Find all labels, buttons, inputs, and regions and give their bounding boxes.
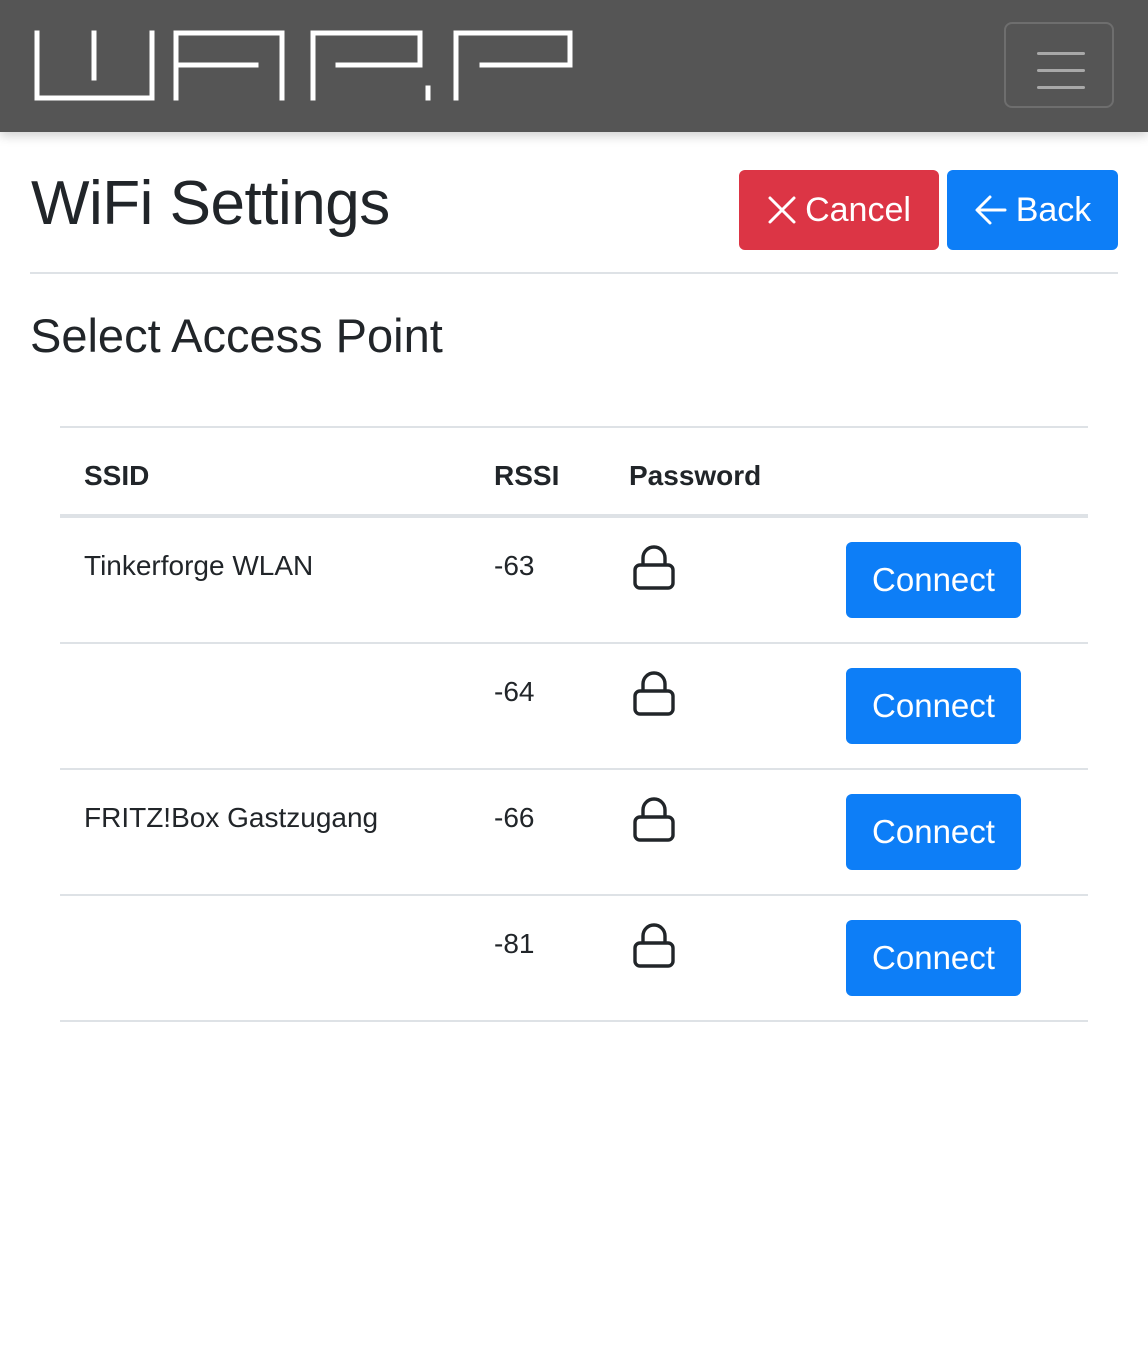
back-button[interactable]: Back bbox=[947, 170, 1118, 250]
close-icon bbox=[767, 195, 797, 225]
warp-logo[interactable] bbox=[30, 28, 574, 109]
back-button-label: Back bbox=[1015, 190, 1092, 229]
navbar bbox=[0, 0, 1148, 132]
table-row: FRITZ!Box Gastzugang -66 Connect bbox=[60, 770, 1088, 896]
rssi-cell: -64 bbox=[494, 676, 535, 707]
lock-icon bbox=[632, 670, 676, 723]
cancel-button[interactable]: Cancel bbox=[739, 170, 939, 250]
arrow-left-icon bbox=[974, 193, 1008, 227]
header-divider bbox=[30, 272, 1118, 274]
column-header-ssid: SSID bbox=[84, 460, 150, 491]
table-header: SSID RSSI Password bbox=[60, 426, 1088, 518]
rssi-cell: -66 bbox=[494, 802, 535, 833]
section-title: Select Access Point bbox=[30, 309, 443, 362]
connect-button[interactable]: Connect bbox=[846, 542, 1021, 618]
table-row: -64 Connect bbox=[60, 644, 1088, 770]
menu-toggle-button[interactable] bbox=[1004, 22, 1114, 108]
cancel-button-label: Cancel bbox=[805, 190, 911, 229]
rssi-cell: -81 bbox=[494, 928, 535, 959]
column-header-password: Password bbox=[629, 460, 762, 491]
lock-icon bbox=[632, 922, 676, 975]
rssi-cell: -63 bbox=[494, 550, 535, 581]
access-point-table: SSID RSSI Password Tinkerforge WLAN -63 … bbox=[60, 426, 1088, 1022]
connect-button[interactable]: Connect bbox=[846, 794, 1021, 870]
column-header-rssi: RSSI bbox=[494, 460, 560, 491]
table-row: -81 Connect bbox=[60, 896, 1088, 1022]
connect-button[interactable]: Connect bbox=[846, 920, 1021, 996]
table-row: Tinkerforge WLAN -63 Connect bbox=[60, 518, 1088, 644]
ssid-cell: FRITZ!Box Gastzugang bbox=[84, 802, 379, 833]
lock-icon bbox=[632, 544, 676, 597]
ssid-cell: Tinkerforge WLAN bbox=[84, 550, 314, 581]
connect-button[interactable]: Connect bbox=[846, 668, 1021, 744]
page-title: WiFi Settings bbox=[31, 169, 390, 238]
lock-icon bbox=[632, 796, 676, 849]
